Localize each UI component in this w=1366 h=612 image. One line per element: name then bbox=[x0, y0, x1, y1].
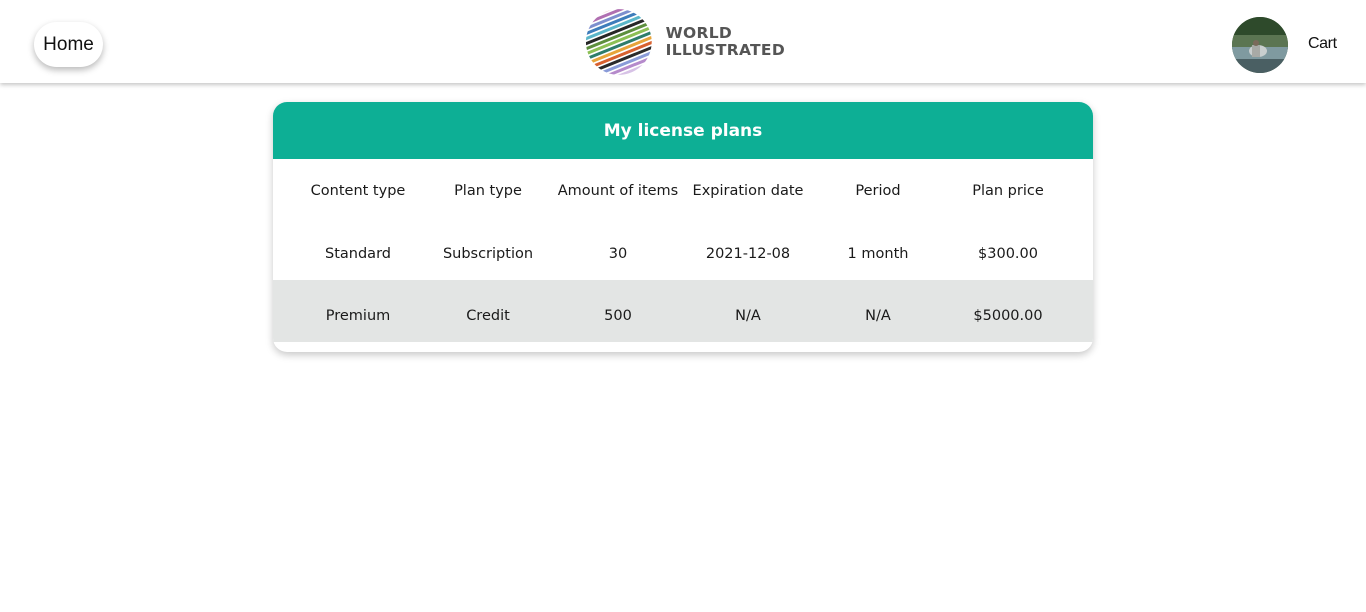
cell-expiration-date: N/A bbox=[735, 308, 761, 324]
column-header-period: Period bbox=[855, 183, 901, 199]
cell-period: 1 month bbox=[847, 246, 909, 262]
license-plans-table-wrapper: Content type Plan type Amount of items E… bbox=[273, 159, 1093, 347]
user-avatar[interactable] bbox=[1232, 17, 1288, 73]
column-header-plan-price: Plan price bbox=[972, 183, 1044, 199]
top-navigation-bar: Home WORLD ILLUSTRATED Cart bbox=[0, 0, 1366, 83]
cell-plan-type: Subscription bbox=[442, 246, 534, 262]
logo-wordmark: WORLD ILLUSTRATED bbox=[665, 23, 785, 59]
avatar-photo bbox=[1232, 17, 1288, 73]
striped-globe-icon bbox=[585, 8, 652, 75]
license-plans-card: My license plans Content type Plan type … bbox=[273, 102, 1093, 352]
cell-amount-of-items: 500 bbox=[604, 308, 632, 324]
cell-period: N/A bbox=[865, 308, 891, 324]
cell-plan-price: $5000.00 bbox=[973, 308, 1043, 324]
table-row: Standard Subscription 30 2021-12-08 1 mo… bbox=[293, 223, 1073, 285]
cell-content-type: Premium bbox=[325, 308, 391, 324]
world-illustrated-logo[interactable]: WORLD ILLUSTRATED bbox=[585, 5, 785, 78]
cell-expiration-date: 2021-12-08 bbox=[705, 246, 791, 262]
column-header-plan-type: Plan type bbox=[454, 183, 522, 199]
license-plans-table: Content type Plan type Amount of items E… bbox=[293, 159, 1073, 347]
cell-amount-of-items: 30 bbox=[608, 246, 628, 262]
logo-line-illustrated: ILLUSTRATED bbox=[665, 40, 785, 59]
table-row: Premium Credit 500 N/A N/A $5000.00 bbox=[293, 285, 1073, 347]
table-header-row: Content type Plan type Amount of items E… bbox=[293, 159, 1073, 223]
cell-plan-price: $300.00 bbox=[978, 246, 1038, 262]
cell-content-type: Standard bbox=[325, 246, 391, 262]
logo-line-world: WORLD bbox=[665, 23, 733, 42]
license-plans-title: My license plans bbox=[273, 102, 1093, 159]
cart-link[interactable]: Cart bbox=[1308, 35, 1337, 53]
column-header-expiration-date: Expiration date bbox=[692, 183, 804, 199]
cell-plan-type: Credit bbox=[466, 308, 510, 324]
column-header-amount-of-items: Amount of items bbox=[557, 183, 679, 199]
home-button[interactable]: Home bbox=[34, 22, 103, 67]
column-header-content-type: Content type bbox=[310, 183, 406, 199]
